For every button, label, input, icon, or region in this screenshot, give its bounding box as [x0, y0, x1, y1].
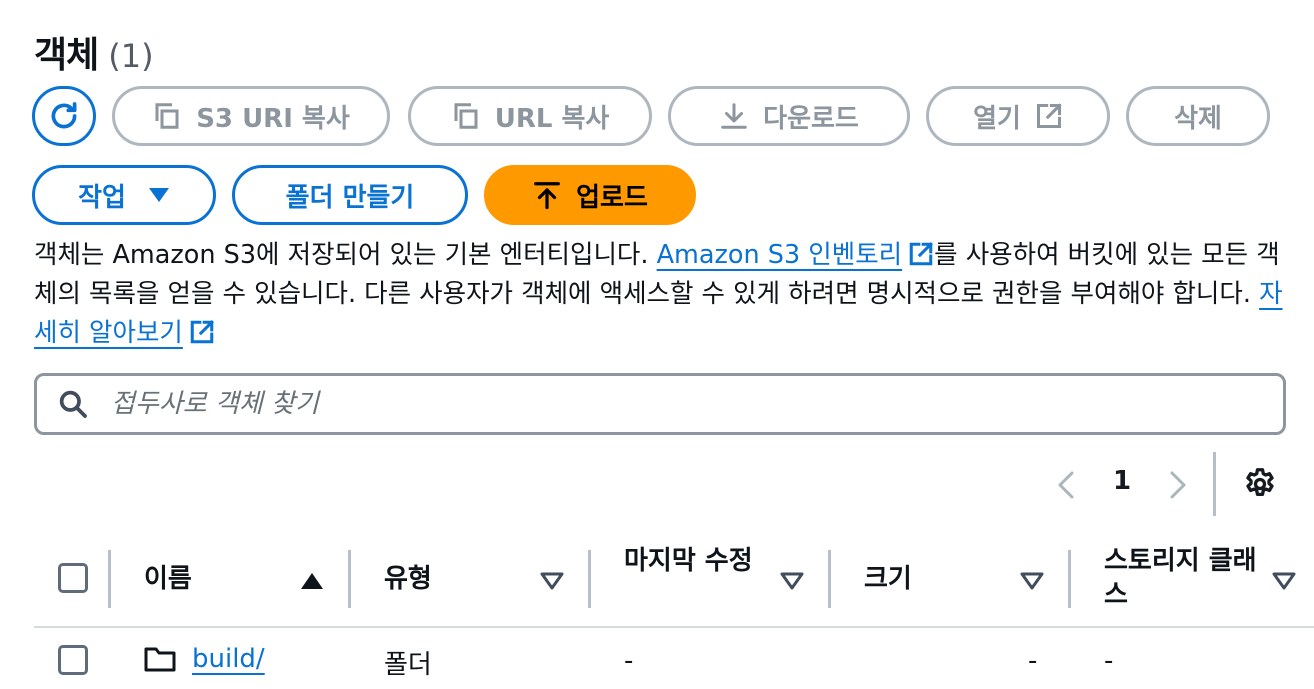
- object-name-link[interactable]: build/: [192, 644, 265, 674]
- column-header-storage-class[interactable]: 스토리지 클래스: [1104, 544, 1264, 612]
- refresh-icon: [51, 102, 77, 129]
- object-storage-class-cell: -: [1104, 646, 1114, 676]
- page-title: 객체 (1): [34, 26, 154, 78]
- folder-icon: [144, 647, 176, 672]
- column-divider: [348, 550, 351, 608]
- object-type-cell: 폴더: [384, 650, 432, 680]
- upload-button[interactable]: 업로드: [484, 165, 696, 225]
- actions-label: 작업: [78, 182, 126, 213]
- column-divider: [588, 550, 591, 608]
- table-header-divider: [34, 626, 1314, 628]
- column-header-name[interactable]: 이름: [144, 562, 192, 596]
- column-divider: [828, 550, 831, 608]
- search-box[interactable]: [34, 373, 1286, 435]
- sort-icon[interactable]: [1020, 572, 1044, 590]
- sort-icon[interactable]: [540, 572, 564, 590]
- refresh-button[interactable]: [32, 86, 96, 146]
- column-header-last-modified[interactable]: 마지막 수정: [624, 544, 754, 578]
- chevron-left-icon[interactable]: [1054, 470, 1078, 500]
- object-count: (1): [108, 37, 154, 75]
- chevron-right-icon[interactable]: [1166, 470, 1190, 500]
- column-header-type[interactable]: 유형: [384, 562, 432, 596]
- open-button[interactable]: 열기: [926, 86, 1110, 146]
- create-folder-label: 폴더 만들기: [285, 182, 415, 213]
- search-icon: [59, 390, 87, 418]
- sort-icon[interactable]: [1272, 572, 1296, 590]
- objects-description: 객체는 Amazon S3에 저장되어 있는 기본 엔터티입니다. Amazon…: [34, 236, 1284, 353]
- search-input[interactable]: [111, 389, 1211, 419]
- copy-s3-uri-button[interactable]: S3 URI 복사: [112, 86, 390, 146]
- copy-url-label: URL 복사: [494, 103, 610, 134]
- download-label: 다운로드: [763, 103, 859, 134]
- inventory-link-label: Amazon S3 인벤토리: [656, 240, 903, 270]
- object-last-modified-cell: -: [624, 646, 634, 676]
- copy-s3-uri-label: S3 URI 복사: [196, 103, 350, 134]
- open-label: 열기: [973, 103, 1021, 134]
- download-button[interactable]: 다운로드: [668, 86, 910, 146]
- download-icon: [721, 103, 747, 129]
- inventory-link[interactable]: Amazon S3 인벤토리: [657, 240, 903, 270]
- object-name-cell: build/: [192, 644, 265, 674]
- column-header-size[interactable]: 크기: [864, 562, 912, 596]
- actions-dropdown-button[interactable]: 작업: [32, 165, 216, 225]
- description-text-1: 객체는 Amazon S3에 저장되어 있는 기본 엔터티입니다.: [34, 240, 657, 270]
- external-link-icon: [190, 320, 214, 344]
- sort-icon[interactable]: [780, 572, 804, 590]
- external-link-icon: [909, 242, 934, 266]
- caret-down-icon: [148, 188, 169, 202]
- object-size-cell: -: [1028, 646, 1038, 676]
- pagination-divider: [1213, 452, 1216, 516]
- gear-icon[interactable]: [1242, 466, 1278, 502]
- copy-url-button[interactable]: URL 복사: [408, 86, 652, 146]
- external-link-icon: [1036, 103, 1062, 129]
- column-divider: [108, 550, 111, 608]
- sort-ascending-icon[interactable]: [300, 572, 324, 590]
- column-divider: [1068, 550, 1071, 608]
- upload-label: 업로드: [576, 182, 648, 213]
- title-text: 객체: [34, 35, 99, 76]
- current-page-number[interactable]: 1: [1113, 466, 1131, 496]
- copy-icon: [454, 103, 478, 129]
- create-folder-button[interactable]: 폴더 만들기: [232, 165, 468, 225]
- delete-label: 삭제: [1174, 103, 1222, 134]
- delete-button[interactable]: 삭제: [1126, 86, 1270, 146]
- copy-icon: [155, 103, 179, 129]
- select-all-checkbox[interactable]: [58, 563, 88, 593]
- upload-icon: [534, 182, 560, 210]
- row-checkbox[interactable]: [58, 645, 88, 675]
